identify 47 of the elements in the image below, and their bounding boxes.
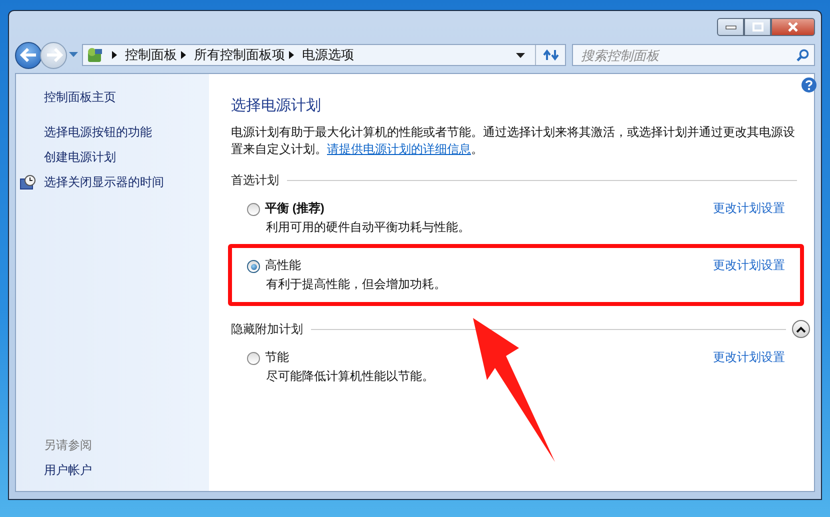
chevron-right-icon[interactable] (289, 51, 294, 59)
section-heading: 首选计划 (231, 172, 279, 189)
maximize-icon (752, 22, 764, 32)
sidebar-link[interactable]: 选择关闭显示器的时间 (44, 174, 164, 190)
help-icon[interactable] (801, 77, 817, 93)
maximize-button[interactable] (744, 18, 771, 36)
back-button[interactable] (15, 42, 42, 68)
arrow-right-icon (44, 48, 62, 62)
change-plan-settings-link[interactable]: 更改计划设置 (713, 256, 785, 274)
breadcrumb-item[interactable]: 控制面板 (125, 46, 177, 64)
radio-button[interactable] (247, 352, 260, 365)
collapse-button[interactable] (792, 320, 810, 338)
plan-description: 尽可能降低计算机性能以节能。 (266, 368, 435, 385)
sidebar-link[interactable]: 控制面板主页 (44, 89, 209, 105)
plan-name: 节能 (265, 349, 289, 366)
minimize-button[interactable] (717, 18, 744, 36)
plan-description: 有利于提高性能，但会增加功耗。 (266, 276, 447, 293)
arrow-left-icon (20, 48, 38, 62)
breadcrumb-item[interactable]: 电源选项 (302, 46, 354, 64)
description-text: 电源计划有助于最大化计算机的性能或者节能。通过选择计划来将其激活，或选择计划并通过更改其电源设置来自定义计划。请提供电源计划的详细信息。 (231, 124, 796, 158)
minimize-icon (724, 24, 736, 30)
plan-name: 平衡 (推荐) (265, 200, 324, 217)
chevron-right-icon[interactable] (112, 51, 117, 59)
sidebar-link[interactable]: 选择电源按钮的功能 (44, 124, 152, 140)
chevron-up-icon (796, 326, 806, 332)
change-plan-settings-link[interactable]: 更改计划设置 (713, 199, 785, 217)
chevron-right-icon[interactable] (181, 51, 186, 59)
radio-button[interactable] (247, 203, 260, 216)
see-also-heading: 另请参阅 (44, 437, 93, 453)
search-field[interactable]: 搜索控制面板 (572, 44, 815, 66)
dropdown-arrow-icon[interactable] (516, 52, 525, 58)
plan-name: 高性能 (265, 257, 301, 274)
sidebar-link[interactable]: 用户帐户 (44, 462, 209, 478)
plan-description: 利用可用的硬件自动平衡功耗与性能。 (266, 219, 471, 236)
section-heading: 隐藏附加计划 (231, 320, 303, 338)
radio-button[interactable] (247, 260, 260, 273)
monitor-clock-icon (20, 174, 36, 190)
details-link[interactable]: 请提供电源计划的详细信息 (327, 142, 471, 156)
control-panel-icon (86, 46, 104, 64)
sidebar-link[interactable]: 创建电源计划 (44, 149, 116, 165)
address-bar[interactable]: 控制面板 所有控制面板项 电源选项 (82, 44, 566, 66)
page-title: 选择电源计划 (231, 96, 322, 115)
close-button[interactable] (771, 18, 815, 36)
close-icon (787, 22, 799, 32)
refresh-icon (542, 48, 558, 62)
breadcrumb-item[interactable]: 所有控制面板项 (194, 46, 285, 64)
change-plan-settings-link[interactable]: 更改计划设置 (713, 348, 785, 366)
